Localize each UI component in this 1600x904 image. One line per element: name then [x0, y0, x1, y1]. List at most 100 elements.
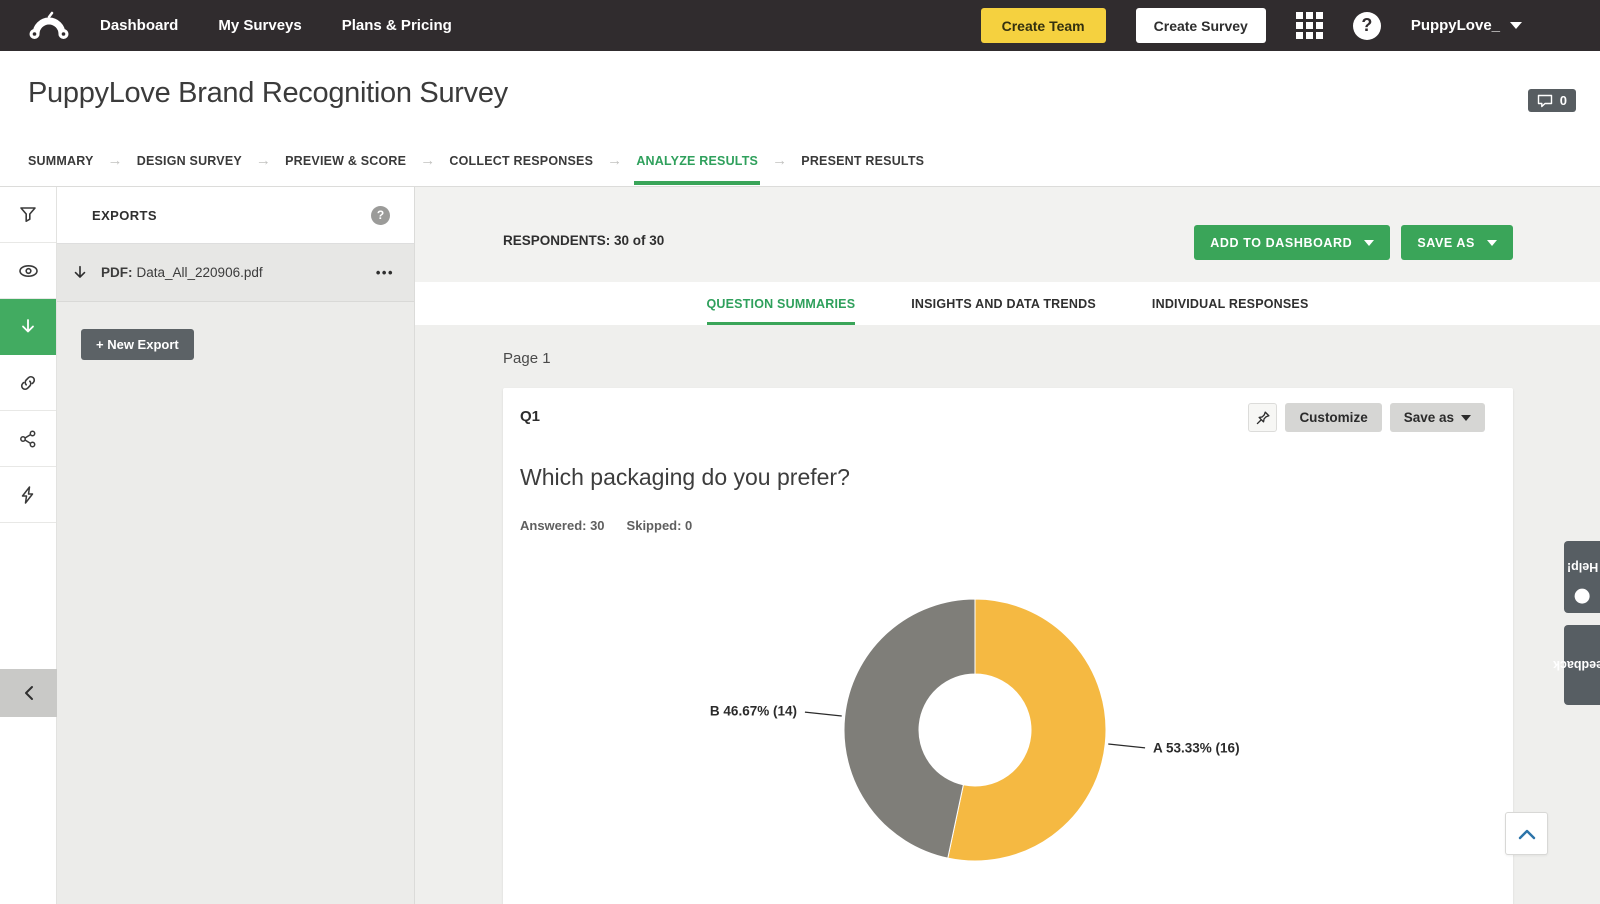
exports-header: EXPORTS ? [57, 187, 414, 244]
chevron-down-icon [1461, 415, 1471, 421]
comments-badge[interactable]: 0 [1528, 89, 1576, 112]
nav-plans-pricing[interactable]: Plans & Pricing [342, 17, 452, 34]
survey-steps-bar: SUMMARY → DESIGN SURVEY → PREVIEW & SCOR… [0, 135, 1600, 187]
chevron-down-icon [1487, 240, 1497, 246]
chevron-left-icon [22, 685, 36, 701]
filter-rail-item[interactable] [0, 187, 56, 243]
chevron-down-icon [1510, 22, 1522, 29]
user-menu[interactable]: PuppyLove_ [1411, 17, 1522, 34]
results-tabs: QUESTION SUMMARIES INSIGHTS AND DATA TRE… [415, 282, 1600, 325]
lightning-icon [18, 485, 38, 505]
question-card-actions: Customize Save as [1248, 403, 1485, 432]
survey-steps: SUMMARY → DESIGN SURVEY → PREVIEW & SCOR… [0, 135, 1600, 186]
donut-chart-svg: A 53.33% (16) B 46.67% (14) [503, 560, 1513, 904]
feedback-tab-label: Feedback [1553, 658, 1600, 672]
download-icon [71, 264, 89, 282]
analyze-results-main: RESPONDENTS: 30 of 30 ADD TO DASHBOARD S… [415, 187, 1600, 904]
pushpin-icon [1254, 409, 1272, 427]
exports-rail-item[interactable] [0, 299, 56, 355]
survey-step[interactable]: PRESENT RESULTS → [801, 154, 924, 168]
shared-data-rail-item[interactable] [0, 355, 56, 411]
survey-step[interactable]: COLLECT RESPONSES → [449, 152, 636, 169]
link-icon [18, 373, 38, 393]
left-icon-rail [0, 187, 57, 904]
collapse-panel-button[interactable] [0, 669, 57, 717]
feedback-edge-tab[interactable]: Feedback [1564, 625, 1600, 705]
pin-button[interactable] [1248, 403, 1277, 432]
respondents-actions: ADD TO DASHBOARD SAVE AS [1194, 225, 1513, 260]
speech-bubble-icon [1537, 94, 1553, 108]
customize-button[interactable]: Customize [1285, 403, 1381, 432]
topnav-right: Create Team Create Survey ? PuppyLove_ [981, 8, 1574, 43]
save-as-button[interactable]: SAVE AS [1401, 225, 1513, 260]
export-type: PDF: [101, 265, 133, 280]
donut-callout-line [805, 712, 842, 716]
step-arrow-icon: → [607, 152, 622, 169]
create-team-button[interactable]: Create Team [981, 8, 1106, 43]
download-icon [18, 317, 38, 337]
help-edge-tab[interactable]: ? Help! [1564, 541, 1600, 613]
exports-panel: EXPORTS ? PDF: Data_All_220906.pdf ••• + … [57, 187, 415, 904]
chevron-down-icon [1364, 240, 1374, 246]
results-tabs-bar: QUESTION SUMMARIES INSIGHTS AND DATA TRE… [415, 282, 1600, 325]
chevron-up-icon [1518, 828, 1536, 840]
respondents-bar: RESPONDENTS: 30 of 30 ADD TO DASHBOARD S… [415, 187, 1600, 282]
export-more-menu-icon[interactable]: ••• [376, 265, 394, 280]
step-arrow-icon: → [420, 152, 435, 169]
export-row[interactable]: PDF: Data_All_220906.pdf ••• [57, 244, 414, 302]
donut-callout-line [1108, 744, 1145, 748]
results-tab[interactable]: QUESTION SUMMARIES [707, 282, 856, 325]
results-tab[interactable]: INDIVIDUAL RESPONSES [1152, 282, 1309, 325]
question-card: Q1 Customize Save as Which packaging do … [503, 388, 1513, 904]
automate-rail-item[interactable] [0, 467, 56, 523]
nav-my-surveys[interactable]: My Surveys [218, 17, 301, 34]
help-icon[interactable]: ? [1353, 12, 1381, 40]
survey-step[interactable]: PREVIEW & SCORE → [285, 152, 449, 169]
survey-step[interactable]: SUMMARY → [28, 152, 137, 169]
nav-dashboard[interactable]: Dashboard [100, 17, 178, 34]
exports-title: EXPORTS [92, 208, 157, 223]
export-file-label: PDF: Data_All_220906.pdf [101, 265, 263, 280]
preview-rail-item[interactable] [0, 243, 56, 299]
create-survey-button[interactable]: Create Survey [1136, 8, 1266, 43]
filter-icon [18, 205, 38, 225]
question-stats: Answered: 30 Skipped: 0 [520, 518, 692, 533]
donut-slice-B[interactable] [844, 599, 975, 858]
answered-count: Answered: 30 [520, 518, 605, 533]
step-arrow-icon: → [108, 152, 123, 169]
help-tab-label: Help! [1566, 560, 1597, 574]
share-rail-item[interactable] [0, 411, 56, 467]
comments-count: 0 [1560, 93, 1567, 108]
export-filename: Data_All_220906.pdf [137, 265, 263, 280]
eye-icon [18, 261, 39, 281]
question-title: Which packaging do you prefer? [520, 464, 850, 491]
add-to-dashboard-button[interactable]: ADD TO DASHBOARD [1194, 225, 1390, 260]
new-export-button[interactable]: + New Export [81, 329, 194, 360]
donut-slice-label: B 46.67% (14) [710, 703, 797, 718]
question-save-as-button[interactable]: Save as [1390, 403, 1485, 432]
page-header: PuppyLove Brand Recognition Survey 0 [0, 51, 1600, 135]
surveymonkey-logo[interactable] [26, 9, 72, 43]
customize-label: Customize [1299, 410, 1367, 425]
save-as-label: SAVE AS [1417, 236, 1475, 250]
donut-slice-label: A 53.33% (16) [1153, 741, 1240, 756]
username: PuppyLove_ [1411, 17, 1500, 34]
top-navigation: Dashboard My Surveys Plans & Pricing Cre… [0, 0, 1600, 51]
respondents-count: RESPONDENTS: 30 of 30 [503, 233, 664, 248]
survey-title: PuppyLove Brand Recognition Survey [28, 77, 508, 110]
question-circle-icon: ? [1575, 588, 1590, 603]
apps-grid-icon[interactable] [1296, 12, 1323, 39]
question-number: Q1 [520, 408, 540, 425]
survey-step[interactable]: DESIGN SURVEY → [137, 152, 285, 169]
survey-step[interactable]: ANALYZE RESULTS → [636, 152, 801, 169]
topnav-links: Dashboard My Surveys Plans & Pricing [100, 17, 452, 34]
step-arrow-icon: → [256, 152, 271, 169]
scroll-to-top-button[interactable] [1505, 812, 1548, 855]
step-arrow-icon: → [772, 152, 787, 169]
add-to-dashboard-label: ADD TO DASHBOARD [1210, 236, 1352, 250]
results-tab[interactable]: INSIGHTS AND DATA TRENDS [911, 282, 1096, 325]
share-icon [18, 429, 38, 449]
question-save-as-label: Save as [1404, 410, 1454, 425]
skipped-count: Skipped: 0 [627, 518, 693, 533]
exports-help-icon[interactable]: ? [371, 206, 390, 225]
